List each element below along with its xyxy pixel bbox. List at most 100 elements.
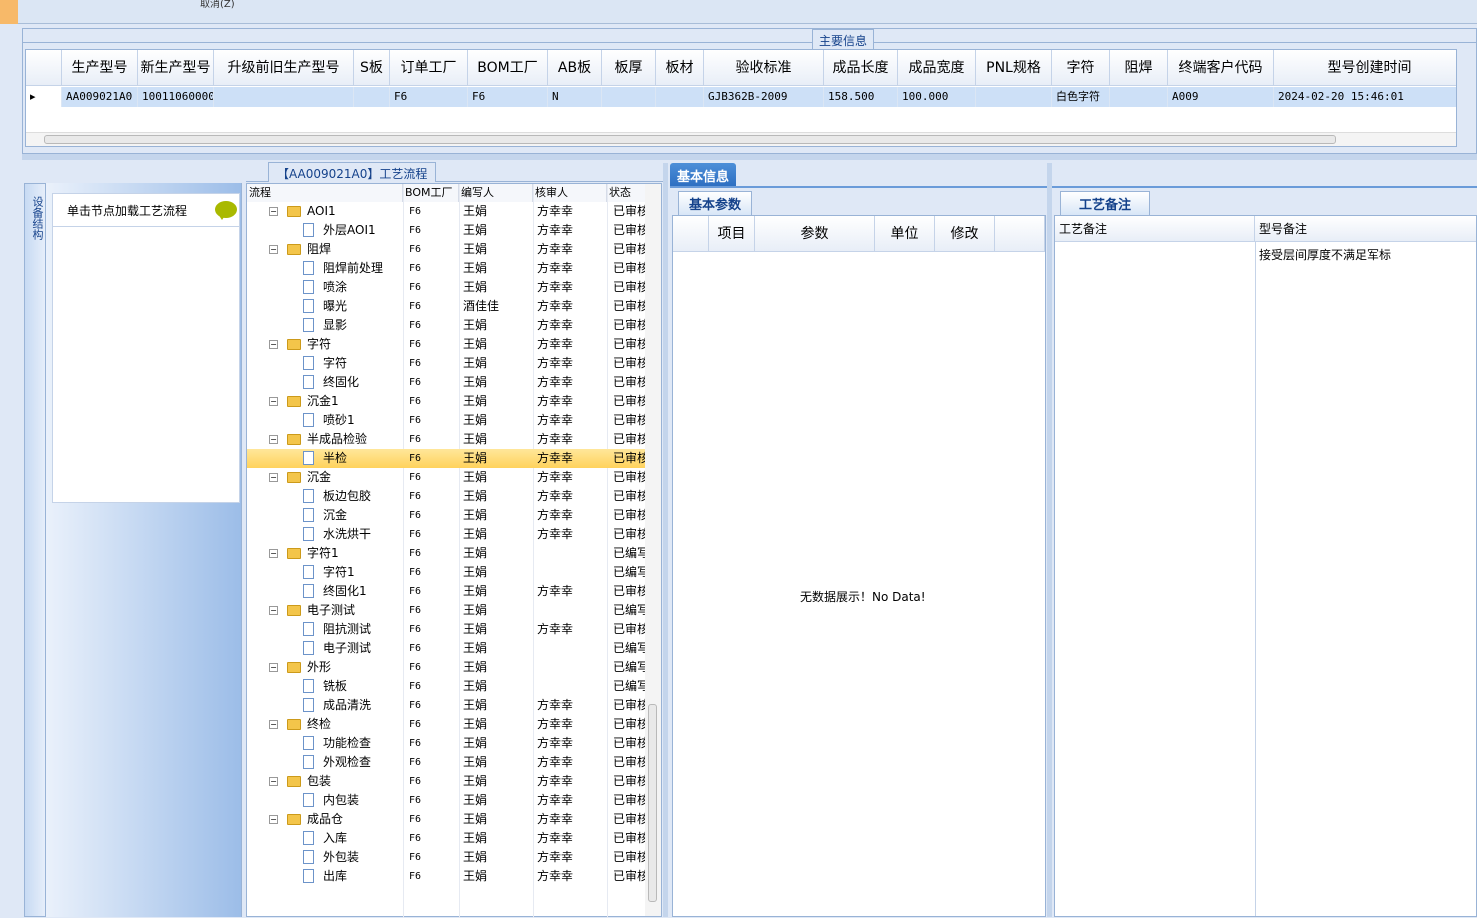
- column-header-model-remark[interactable]: 型号备注: [1255, 216, 1476, 242]
- row-indicator-icon[interactable]: ▸: [26, 87, 62, 107]
- table-cell[interactable]: [214, 87, 354, 107]
- column-header[interactable]: BOM工厂: [468, 50, 548, 86]
- equipment-structure-tab[interactable]: 设备结构: [24, 183, 46, 917]
- tree-row[interactable]: 字符 F6 王娟 方幸幸 已审核: [247, 354, 649, 373]
- tree-row[interactable]: 字符1 F6 王娟 已编写: [247, 563, 649, 582]
- grid-corner[interactable]: [673, 216, 709, 252]
- table-cell[interactable]: 白色字符: [1052, 87, 1110, 107]
- tab-process-remarks[interactable]: 工艺备注: [1060, 191, 1151, 215]
- column-header[interactable]: 编写人: [459, 184, 533, 202]
- process-tree[interactable]: 流程 BOM工厂 编写人 核审人 状态 − AOI1 F6 王娟 方幸幸 已审核 外层AOI1 F6 王…: [246, 183, 662, 918]
- column-header[interactable]: 核审人: [533, 184, 607, 202]
- column-header[interactable]: 字符: [1052, 50, 1110, 86]
- table-cell[interactable]: 2024-02-20 15:46:01: [1274, 87, 1456, 107]
- tree-row[interactable]: 出库 F6 王娟 方幸幸 已审核: [247, 867, 649, 886]
- tree-row[interactable]: 水洗烘干 F6 王娟 方幸幸 已审核: [247, 525, 649, 544]
- tree-row[interactable]: 电子测试 F6 王娟 已编写: [247, 639, 649, 658]
- tree-row[interactable]: − 字符 F6 王娟 方幸幸 已审核: [247, 335, 649, 354]
- tree-row[interactable]: − 成品仓 F6 王娟 方幸幸 已审核: [247, 810, 649, 829]
- column-header[interactable]: 成品宽度: [898, 50, 976, 86]
- column-header[interactable]: 终端客户代码: [1168, 50, 1274, 86]
- table-cell[interactable]: N: [548, 87, 602, 107]
- tab-basic-info[interactable]: 基本信息: [670, 163, 737, 188]
- tree-row[interactable]: 内包装 F6 王娟 方幸幸 已审核: [247, 791, 649, 810]
- column-header[interactable]: 板厚: [602, 50, 656, 86]
- tree-row[interactable]: 入库 F6 王娟 方幸幸 已审核: [247, 829, 649, 848]
- vertical-splitter[interactable]: [1047, 163, 1052, 917]
- column-header[interactable]: BOM工厂: [403, 184, 459, 202]
- tree-row[interactable]: 功能检查 F6 王娟 方幸幸 已审核: [247, 734, 649, 753]
- horizontal-scrollbar[interactable]: [26, 132, 1456, 146]
- tree-row[interactable]: − 电子测试 F6 王娟 已编写: [247, 601, 649, 620]
- remarks-grid[interactable]: 工艺备注 型号备注 接受层间厚度不满足军标: [1054, 215, 1477, 917]
- table-cell[interactable]: 10011060000999: [138, 87, 214, 107]
- column-header-modify[interactable]: 修改: [935, 216, 995, 252]
- tree-row[interactable]: − 阻焊 F6 王娟 方幸幸 已审核: [247, 240, 649, 259]
- table-cell[interactable]: [656, 87, 704, 107]
- column-header[interactable]: 型号创建时间: [1274, 50, 1456, 86]
- table-cell[interactable]: GJB362B-2009: [704, 87, 824, 107]
- column-header[interactable]: 升级前旧生产型号: [214, 50, 354, 86]
- table-cell[interactable]: 158.500: [824, 87, 898, 107]
- grid-corner[interactable]: [26, 50, 62, 86]
- tree-row[interactable]: − 半成品检验 F6 王娟 方幸幸 已审核: [247, 430, 649, 449]
- column-header[interactable]: 生产型号: [62, 50, 138, 86]
- column-header[interactable]: 新生产型号: [138, 50, 214, 86]
- column-header-unit[interactable]: 单位: [875, 216, 935, 252]
- table-cell[interactable]: [354, 87, 390, 107]
- column-header[interactable]: 成品长度: [824, 50, 898, 86]
- tree-row[interactable]: − AOI1 F6 王娟 方幸幸 已审核: [247, 202, 649, 221]
- table-cell[interactable]: [602, 87, 656, 107]
- column-header[interactable]: 板材: [656, 50, 704, 86]
- scroll-thumb[interactable]: [44, 135, 1336, 144]
- table-cell[interactable]: 100.000: [898, 87, 976, 107]
- tree-row[interactable]: 外观检查 F6 王娟 方幸幸 已审核: [247, 753, 649, 772]
- cancel-button[interactable]: 取消(Z): [200, 0, 235, 10]
- column-header[interactable]: AB板: [548, 50, 602, 86]
- tree-row[interactable]: − 沉金 F6 王娟 方幸幸 已审核: [247, 468, 649, 487]
- tree-row[interactable]: 喷涂 F6 王娟 方幸幸 已审核: [247, 278, 649, 297]
- tree-row[interactable]: 沉金 F6 王娟 方幸幸 已审核: [247, 506, 649, 525]
- tab-basic-params[interactable]: 基本参数: [678, 191, 753, 215]
- table-cell[interactable]: [1110, 87, 1168, 107]
- tree-row[interactable]: 曝光 F6 酒佳佳 方幸幸 已审核: [247, 297, 649, 316]
- tree-row[interactable]: − 终检 F6 王娟 方幸幸 已审核: [247, 715, 649, 734]
- tree-row[interactable]: − 沉金1 F6 王娟 方幸幸 已审核: [247, 392, 649, 411]
- column-header-process-remark[interactable]: 工艺备注: [1055, 216, 1255, 242]
- tree-row[interactable]: 半检 F6 王娟 方幸幸 已审核: [247, 449, 649, 468]
- tree-row[interactable]: 成品清洗 F6 王娟 方幸幸 已审核: [247, 696, 649, 715]
- column-header-param[interactable]: 参数: [755, 216, 875, 252]
- tree-row[interactable]: 阻抗测试 F6 王娟 方幸幸 已审核: [247, 620, 649, 639]
- table-cell[interactable]: F6: [390, 87, 468, 107]
- column-header[interactable]: PNL规格: [976, 50, 1052, 86]
- table-cell[interactable]: F6: [468, 87, 548, 107]
- table-cell[interactable]: [976, 87, 1052, 107]
- tree-row[interactable]: − 字符1 F6 王娟 已编写: [247, 544, 649, 563]
- column-header[interactable]: 状态: [607, 184, 647, 202]
- column-header[interactable]: 验收标准: [704, 50, 824, 86]
- main-info-grid[interactable]: ▸ 生产型号AA009021A0新生产型号10011060000999升级前旧生…: [25, 49, 1457, 147]
- tree-row[interactable]: 外层AOI1 F6 王娟 方幸幸 已审核: [247, 221, 649, 240]
- scroll-thumb[interactable]: [648, 704, 657, 902]
- params-grid[interactable]: 项目 参数 单位 修改 无数据展示！No Data!: [672, 215, 1046, 917]
- vertical-scrollbar[interactable]: [645, 184, 661, 916]
- column-header[interactable]: 流程: [247, 184, 403, 202]
- tree-row[interactable]: 铣板 F6 王娟 已编写: [247, 677, 649, 696]
- column-header[interactable]: 订单工厂: [390, 50, 468, 86]
- table-cell[interactable]: A009: [1168, 87, 1274, 107]
- tree-row[interactable]: − 外形 F6 王娟 已编写: [247, 658, 649, 677]
- tree-row[interactable]: 终固化1 F6 王娟 方幸幸 已审核: [247, 582, 649, 601]
- node-tree-area[interactable]: [52, 227, 240, 503]
- tree-row[interactable]: 终固化 F6 王娟 方幸幸 已审核: [247, 373, 649, 392]
- horizontal-splitter[interactable]: [22, 154, 1477, 160]
- tree-row[interactable]: 阻焊前处理 F6 王娟 方幸幸 已审核: [247, 259, 649, 278]
- column-header[interactable]: S板: [354, 50, 390, 86]
- table-cell[interactable]: AA009021A0: [62, 87, 138, 107]
- column-header-item[interactable]: 项目: [709, 216, 755, 252]
- tree-row[interactable]: 显影 F6 王娟 方幸幸 已审核: [247, 316, 649, 335]
- tree-row[interactable]: 外包装 F6 王娟 方幸幸 已审核: [247, 848, 649, 867]
- tree-row[interactable]: − 包装 F6 王娟 方幸幸 已审核: [247, 772, 649, 791]
- tree-row[interactable]: 喷砂1 F6 王娟 方幸幸 已审核: [247, 411, 649, 430]
- tree-row[interactable]: 板边包胶 F6 王娟 方幸幸 已审核: [247, 487, 649, 506]
- vertical-splitter[interactable]: [663, 163, 668, 917]
